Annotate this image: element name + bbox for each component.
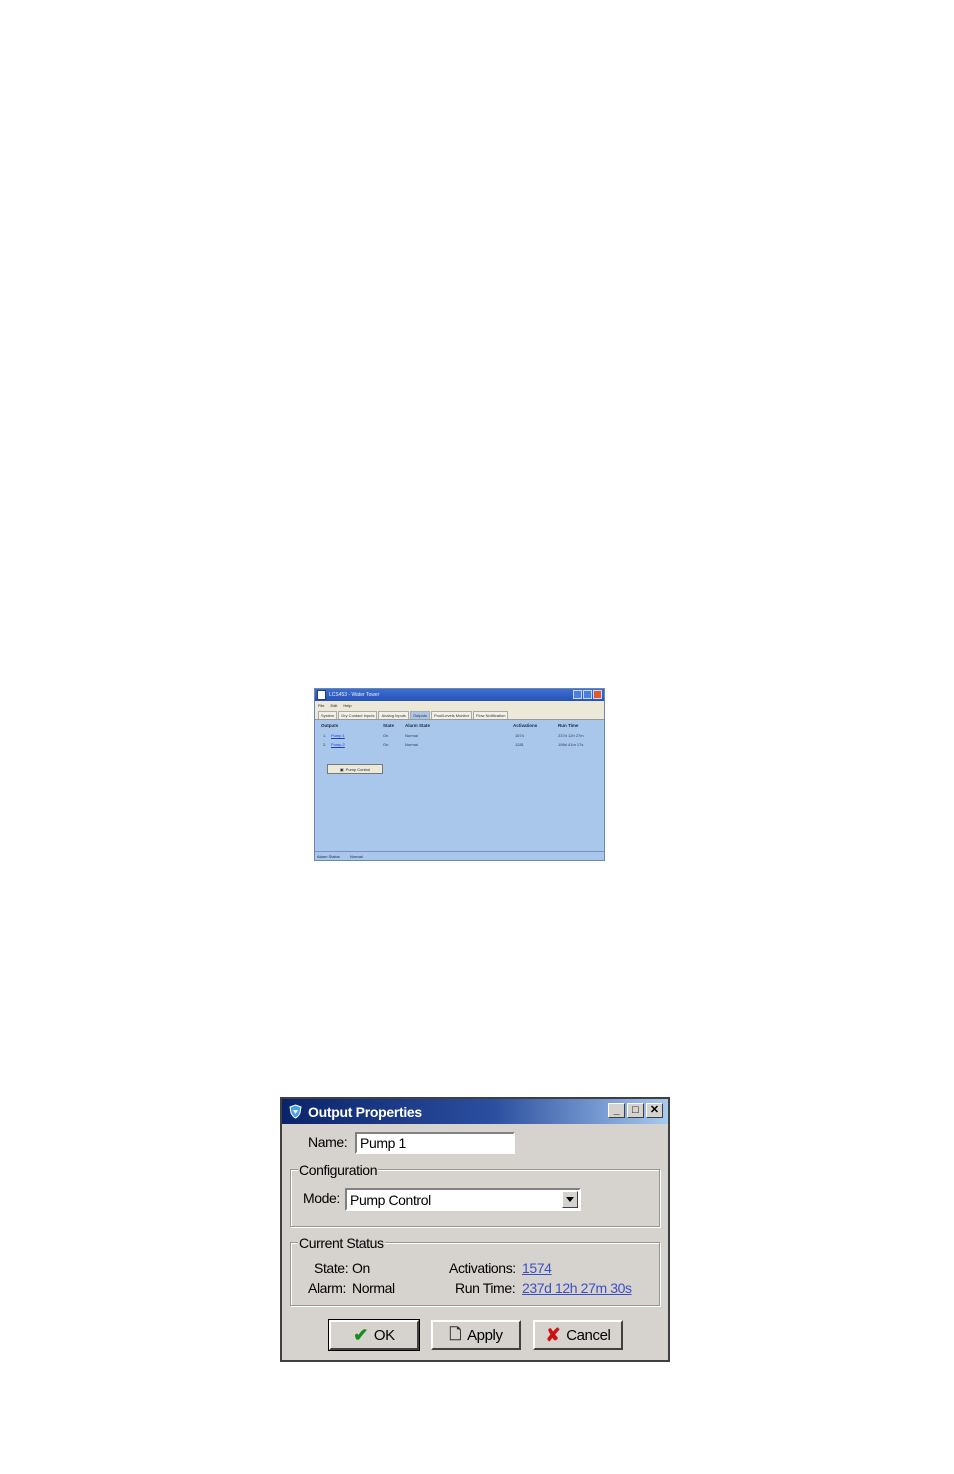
output-properties-dialog: Output Properties _ □ ✕ Name: Configurat… [280, 1097, 670, 1362]
maximize-icon[interactable] [583, 690, 592, 699]
col-header-runtime: Run Time [558, 723, 579, 728]
minimize-icon[interactable] [573, 690, 582, 699]
shield-icon [288, 1104, 303, 1119]
row-alarm: Normal [405, 742, 418, 747]
tab-flow-notification[interactable]: Flow Notification [473, 711, 509, 719]
row-index: 2. [323, 742, 327, 747]
tab-pool-levels-monitor[interactable]: Pool/Levels Monitor [430, 711, 473, 719]
checkmark-icon: ✔ [353, 1325, 368, 1345]
pump-control-button[interactable]: ▣ Pump Control [327, 764, 383, 774]
main-window-titlebar: LCS453 - Water Tower [315, 689, 604, 701]
main-window-screenshot: LCS453 - Water Tower File Edit Help Syst… [314, 688, 605, 861]
col-header-state: State [383, 723, 395, 728]
apply-icon: 🗋 [449, 1326, 462, 1343]
pump-control-icon: ▣ [339, 766, 344, 772]
dialog-title: Output Properties [308, 1103, 422, 1120]
col-header-alarm: Alarm State [405, 723, 431, 728]
outputs-panel: Outputs State Alarm State Activations Ru… [315, 720, 604, 840]
menu-file[interactable]: File [318, 703, 324, 708]
row-alarm: Normal [405, 733, 418, 738]
mode-selected-value: Pump Control [350, 1192, 431, 1208]
tab-system[interactable]: System [318, 711, 338, 719]
maximize-icon[interactable]: □ [627, 1103, 644, 1118]
status-bar: Alarm Status Normal [315, 851, 604, 860]
dialog-window-controls: _ □ ✕ [608, 1103, 663, 1118]
menu-edit[interactable]: Edit [330, 703, 337, 708]
row-runtime: 237d 12h 27m [558, 733, 584, 738]
pump-control-label: Pump Control [345, 766, 371, 772]
activations-link[interactable]: 1574 [522, 1260, 552, 1276]
state-label: State: [314, 1260, 349, 1276]
row-runtime: 198d 41m 17s [558, 742, 584, 747]
status-value: Normal [349, 853, 363, 859]
chevron-down-icon[interactable] [562, 1191, 578, 1208]
tab-analog-inputs[interactable]: Analog Inputs [378, 711, 409, 719]
runtime-label: Run Time: [455, 1280, 516, 1296]
runtime-link[interactable]: 237d 12h 27m 30s [522, 1280, 632, 1296]
status-label: Alarm Status [317, 853, 340, 859]
row-state: On [383, 742, 389, 747]
row-activations: 1281 [515, 742, 524, 747]
state-value: On [352, 1260, 370, 1276]
dialog-titlebar[interactable]: Output Properties _ □ ✕ [282, 1099, 668, 1124]
close-icon[interactable]: ✕ [646, 1103, 663, 1118]
row-link-pump-1[interactable]: Pump 1 [331, 733, 345, 738]
tab-outputs[interactable]: Outputs [409, 711, 430, 719]
main-window-title: LCS453 - Water Tower [329, 692, 380, 698]
current-status-legend: Current Status [298, 1235, 385, 1251]
minimize-icon[interactable]: _ [608, 1103, 625, 1118]
window-controls [573, 690, 602, 699]
alarm-label: Alarm: [308, 1280, 347, 1296]
name-field[interactable] [355, 1132, 515, 1154]
apply-label: Apply [467, 1326, 503, 1344]
row-state: On [383, 733, 389, 738]
col-header-activations: Activations [513, 723, 538, 728]
col-header-outputs: Outputs [321, 723, 339, 728]
configuration-legend: Configuration [298, 1162, 379, 1178]
row-activations: 1574 [515, 733, 524, 738]
x-icon: ✘ [545, 1325, 561, 1345]
mode-select[interactable]: Pump Control [345, 1188, 581, 1211]
row-index: 1. [323, 733, 327, 738]
mode-label: Mode: [303, 1190, 340, 1206]
alarm-value: Normal [352, 1280, 395, 1296]
tab-dry-contact-inputs[interactable]: Dry Contact Inputs [338, 711, 378, 719]
apply-button[interactable]: 🗋 Apply [431, 1320, 521, 1350]
ok-label: OK [373, 1326, 395, 1344]
app-icon [317, 690, 326, 700]
close-icon[interactable] [593, 690, 602, 699]
cancel-button[interactable]: ✘ Cancel [533, 1320, 623, 1350]
cancel-label: Cancel [566, 1326, 611, 1344]
name-label: Name: [308, 1134, 348, 1150]
menu-help[interactable]: Help [343, 703, 351, 708]
ok-button[interactable]: ✔ OK [328, 1319, 420, 1351]
activations-label: Activations: [449, 1260, 516, 1276]
row-link-pump-2[interactable]: Pump 2 [331, 742, 345, 747]
tab-strip: System Dry Contact Inputs Analog Inputs … [315, 709, 604, 720]
menubar: File Edit Help [315, 701, 604, 709]
